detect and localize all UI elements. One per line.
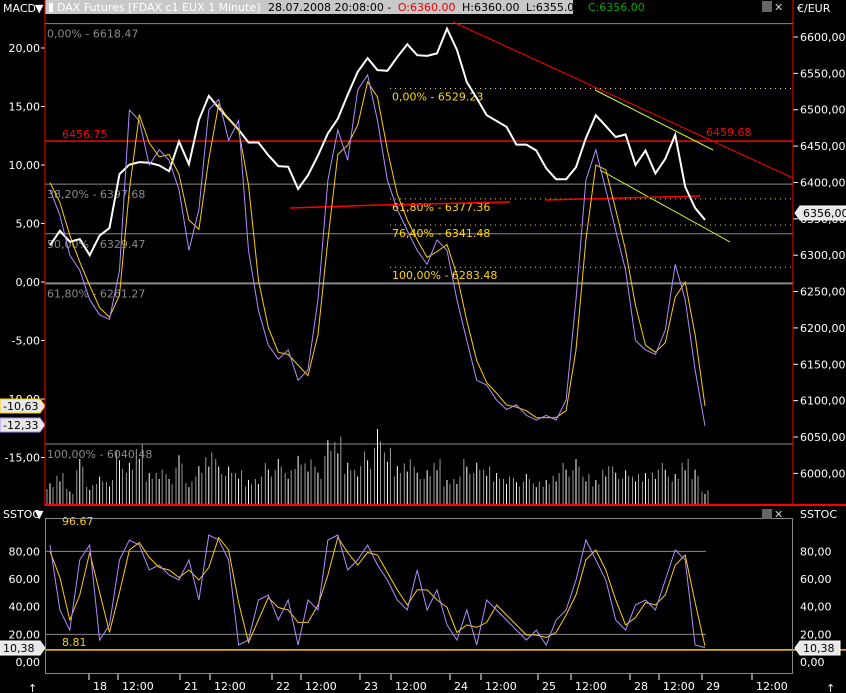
dax-chart: MACD ▼ DAX Futures [FDAX c1 EUX 1 Minute… bbox=[0, 0, 846, 693]
time-label: 12:00 bbox=[485, 680, 517, 693]
resistance-label: 6456.75 bbox=[62, 128, 108, 141]
price-y-tick: 6100,00 bbox=[800, 395, 846, 408]
stoch-value-tag-right: 10,38 bbox=[803, 642, 835, 655]
stoch-y-tick-right: 0,00 bbox=[800, 656, 825, 669]
price-y-tick: 6400,00 bbox=[800, 176, 846, 189]
instrument-icon bbox=[49, 3, 53, 12]
green-trendline-lower bbox=[599, 169, 731, 243]
time-label: 12:00 bbox=[575, 680, 607, 693]
title-line: DAX Futures [FDAX c1 EUX 1 Minute] 28.07… bbox=[57, 1, 645, 14]
time-axis: 18 12:00 21 12:00 22 12:00 23 12:00 24 12:00 25 12:… bbox=[88, 674, 788, 693]
currency-label: €/EUR bbox=[797, 2, 831, 15]
price-y-tick: 6600,00 bbox=[800, 31, 846, 44]
time-label: 29 bbox=[706, 680, 720, 693]
stoch-panel-label-right: SSTOC bbox=[800, 508, 837, 521]
stoch-y-tick-right: 40,00 bbox=[800, 601, 832, 614]
macd-dropdown-icon[interactable]: ▼ bbox=[35, 2, 44, 15]
fib-gray-label: 38,20% - 6397.68 bbox=[47, 188, 145, 201]
open-value: O:6360.00 bbox=[398, 1, 456, 14]
time-label: 12:00 bbox=[756, 680, 788, 693]
stoch-y-tick-left: 60,00 bbox=[9, 573, 41, 586]
price-y-tick: 6000,00 bbox=[800, 467, 846, 480]
resistance-label-2: 6459.68 bbox=[706, 126, 752, 139]
last-price-tag: 6356,00 bbox=[803, 207, 846, 220]
red-trendline bbox=[452, 21, 794, 179]
price-y-tick: 6500,00 bbox=[800, 104, 846, 117]
macd-value-tag: -12,33 bbox=[3, 419, 38, 432]
time-label: 21 bbox=[184, 680, 198, 693]
close-value: C:6356.00 bbox=[588, 1, 645, 14]
time-label: 18 bbox=[93, 680, 107, 693]
instrument-title: DAX Futures [FDAX c1 EUX 1 Minute] bbox=[57, 1, 260, 14]
time-label: 12:00 bbox=[214, 680, 246, 693]
red-support-segment-2 bbox=[544, 195, 701, 201]
price-y-tick: 6300,00 bbox=[800, 249, 846, 262]
macd-y-tick: 20,00 bbox=[9, 42, 41, 55]
price-y-tick: 6050,00 bbox=[800, 431, 846, 444]
maximize-button[interactable] bbox=[762, 1, 772, 12]
price-y-tick: 6250,00 bbox=[800, 286, 846, 299]
fib-yellow-label: 100,00% - 6283.48 bbox=[392, 269, 497, 282]
time-label: 12:00 bbox=[663, 680, 695, 693]
macd-y-tick: -15,00 bbox=[5, 452, 40, 465]
stoch-y-tick-right: 20,00 bbox=[800, 628, 832, 641]
time-label: 28 bbox=[634, 680, 648, 693]
macd-y-tick: 10,00 bbox=[9, 159, 41, 172]
macd-y-tick: 5,00 bbox=[16, 218, 41, 231]
price-y-tick: 6150,00 bbox=[800, 358, 846, 371]
time-label: 22 bbox=[276, 680, 290, 693]
time-label: 12:00 bbox=[395, 680, 427, 693]
stoch-low-label: 8.81 bbox=[62, 636, 87, 649]
fib-gray-label: 61,80% - 6261.27 bbox=[47, 287, 145, 300]
signal-line bbox=[49, 80, 706, 419]
high-value: H:6360.00 bbox=[462, 1, 519, 14]
stoch-y-tick-right: 60,00 bbox=[800, 573, 832, 586]
stoch-d-line bbox=[49, 536, 706, 647]
scroll-up-arrow-left[interactable]: ↑ bbox=[28, 682, 37, 693]
price-y-tick: 6200,00 bbox=[800, 322, 846, 335]
time-label: 25 bbox=[542, 680, 556, 693]
macd-y-tick: 15,00 bbox=[9, 101, 41, 114]
stoch-k-line bbox=[49, 534, 706, 649]
stoch-y-tick-left: 20,00 bbox=[9, 628, 41, 641]
time-label: 12:00 bbox=[122, 680, 154, 693]
macd-y-tick: -5,00 bbox=[12, 335, 40, 348]
stochastic-panel: 96.67 8.81 80,00 80,00 60,00 60,00 40,00 40,00 2… bbox=[0, 515, 846, 669]
macd-y-tick: 0,00 bbox=[16, 276, 41, 289]
datetime: 28.07.2008 20:08:00 - bbox=[268, 1, 391, 14]
stoch-y-tick-left: 80,00 bbox=[9, 545, 41, 558]
fib-yellow-label: 0,00% - 6529.23 bbox=[392, 90, 483, 103]
macd-panel-label[interactable]: MACD bbox=[3, 2, 36, 15]
stoch-maximize-button[interactable] bbox=[762, 509, 772, 519]
close-button[interactable]: ✕ bbox=[774, 1, 783, 14]
stoch-y-tick-right: 80,00 bbox=[800, 545, 832, 558]
time-label: 24 bbox=[454, 680, 468, 693]
stoch-value-tag-left: 10,38 bbox=[3, 642, 35, 655]
low-value: L:6355.00 bbox=[526, 1, 581, 14]
scroll-up-arrow-right[interactable]: ↑ bbox=[826, 682, 835, 693]
price-panel: 0,00% - 6618.4738,20% - 6397.6850,00% - … bbox=[0, 21, 846, 504]
stoch-y-tick-left: 0,00 bbox=[16, 656, 41, 669]
stoch-y-tick-left: 40,00 bbox=[9, 601, 41, 614]
price-y-tick: 6450,00 bbox=[800, 140, 846, 153]
stoch-dropdown-icon[interactable]: ▼ bbox=[35, 508, 44, 521]
signal-value-tag: -10,63 bbox=[3, 400, 38, 413]
stoch-high-label: 96.67 bbox=[62, 515, 94, 528]
stoch-close-button[interactable]: ✕ bbox=[774, 508, 783, 521]
time-label: 23 bbox=[364, 680, 378, 693]
time-label: 12:00 bbox=[305, 680, 337, 693]
price-y-tick: 6550,00 bbox=[800, 67, 846, 80]
fib-gray-label: 0,00% - 6618.47 bbox=[47, 28, 138, 41]
